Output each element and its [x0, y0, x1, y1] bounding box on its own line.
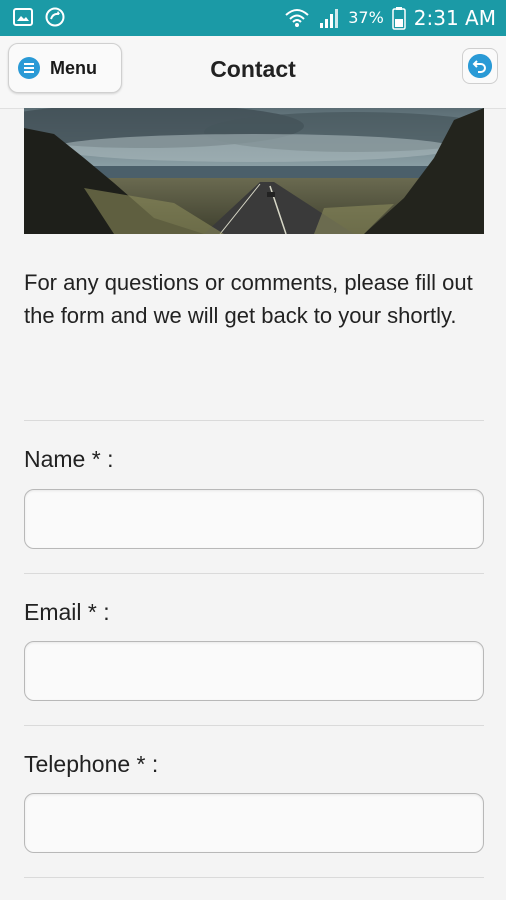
intro-text: For any questions or comments, please fi…: [24, 270, 473, 328]
divider: [24, 725, 484, 726]
app-header: Menu Contact: [0, 36, 506, 109]
back-arrow-icon: [468, 54, 492, 78]
clock: 2:31 AM: [413, 6, 496, 30]
status-bar: 37% 2:31 AM: [0, 0, 506, 36]
hero-image: [24, 108, 484, 234]
email-label: Email * :: [24, 599, 110, 625]
back-button[interactable]: [462, 48, 498, 84]
divider: [24, 573, 484, 574]
telephone-label: Telephone * :: [24, 751, 159, 777]
wifi-icon: [285, 9, 309, 27]
email-input[interactable]: [24, 641, 484, 701]
page-title: Contact: [210, 56, 296, 82]
battery-percent: 37%: [348, 8, 384, 27]
name-label: Name * :: [24, 446, 114, 472]
divider: [24, 420, 484, 421]
telephone-input[interactable]: [24, 793, 484, 853]
battery-icon: [392, 7, 406, 30]
gallery-icon: [13, 8, 33, 26]
name-input[interactable]: [24, 489, 484, 549]
sync-icon: [45, 7, 65, 27]
signal-icon: [320, 9, 339, 28]
divider: [24, 877, 484, 878]
